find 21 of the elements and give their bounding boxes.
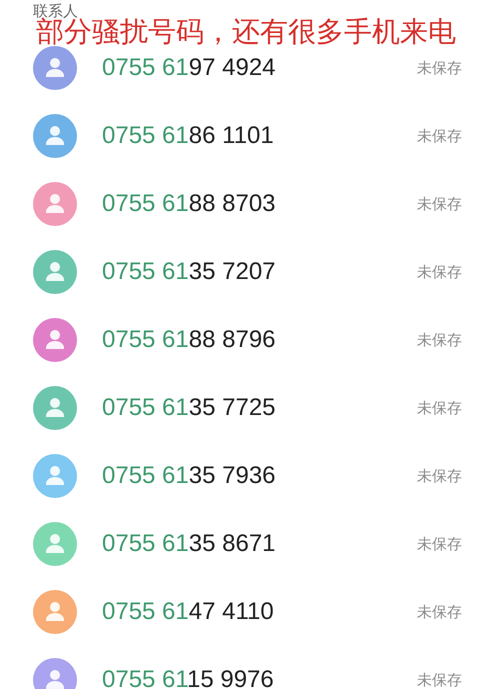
status-label: 未保存 xyxy=(417,194,462,214)
phone-number[interactable]: 0755 6135 7936 xyxy=(102,462,417,490)
phone-number[interactable]: 0755 6188 8703 xyxy=(102,190,417,218)
status-label: 未保存 xyxy=(417,398,462,418)
status-label: 未保存 xyxy=(417,670,462,689)
phone-number[interactable]: 0755 6135 7207 xyxy=(102,258,417,286)
caption-text: 部分骚扰号码，还有很多手机来电 xyxy=(36,17,456,48)
status-label: 未保存 xyxy=(417,262,462,282)
status-label: 未保存 xyxy=(417,330,462,350)
status-label: 未保存 xyxy=(417,466,462,486)
phone-number[interactable]: 0755 6188 8796 xyxy=(102,326,417,354)
phone-number[interactable]: 0755 6197 4924 xyxy=(102,54,417,82)
status-label: 未保存 xyxy=(417,602,462,622)
status-label: 未保存 xyxy=(417,126,462,146)
phone-number[interactable]: 0755 6147 4110 xyxy=(102,598,417,626)
phone-number[interactable]: 0755 6186 1101 xyxy=(102,122,417,150)
phone-number[interactable]: 0755 6135 8671 xyxy=(102,530,417,558)
status-label: 未保存 xyxy=(417,58,462,78)
phone-number[interactable]: 0755 6135 7725 xyxy=(102,394,417,422)
phone-number[interactable]: 0755 6115 9976 xyxy=(102,666,417,689)
status-label: 未保存 xyxy=(417,534,462,554)
